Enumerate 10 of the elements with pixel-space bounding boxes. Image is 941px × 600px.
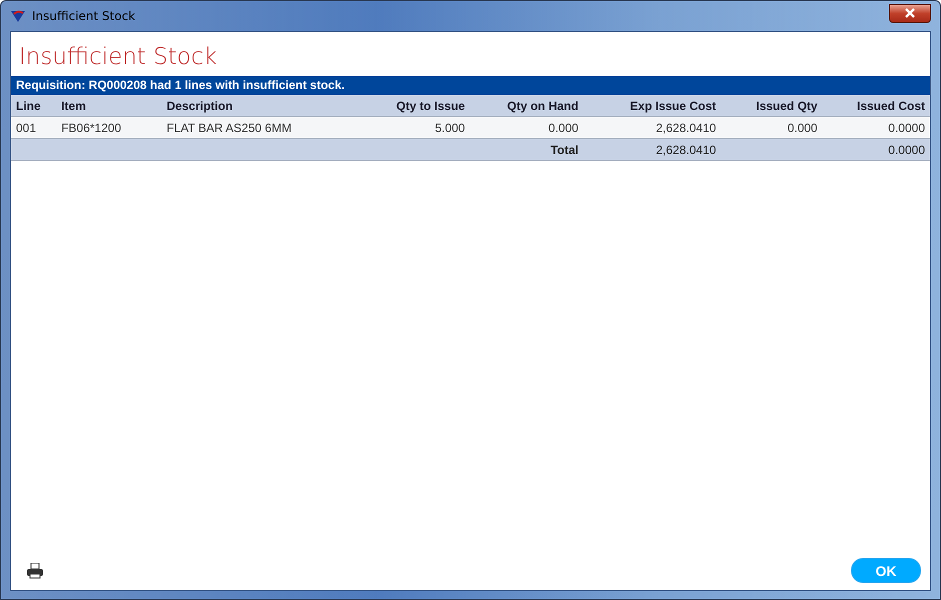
message-banner: Requisition: RQ000208 had 1 lines with insufficient stock. [11,76,930,95]
close-button[interactable] [889,4,931,22]
close-icon [904,8,916,18]
table-cell: 0.0000 [822,138,930,160]
logo-icon [10,8,26,24]
dialog-heading: Insufficient Stock [18,43,218,72]
table-cell: 2,628.0410 [583,138,722,160]
printer-icon[interactable] [26,562,44,578]
window-title: Insufficient Stock [32,9,136,23]
total-label: Total [470,138,584,160]
